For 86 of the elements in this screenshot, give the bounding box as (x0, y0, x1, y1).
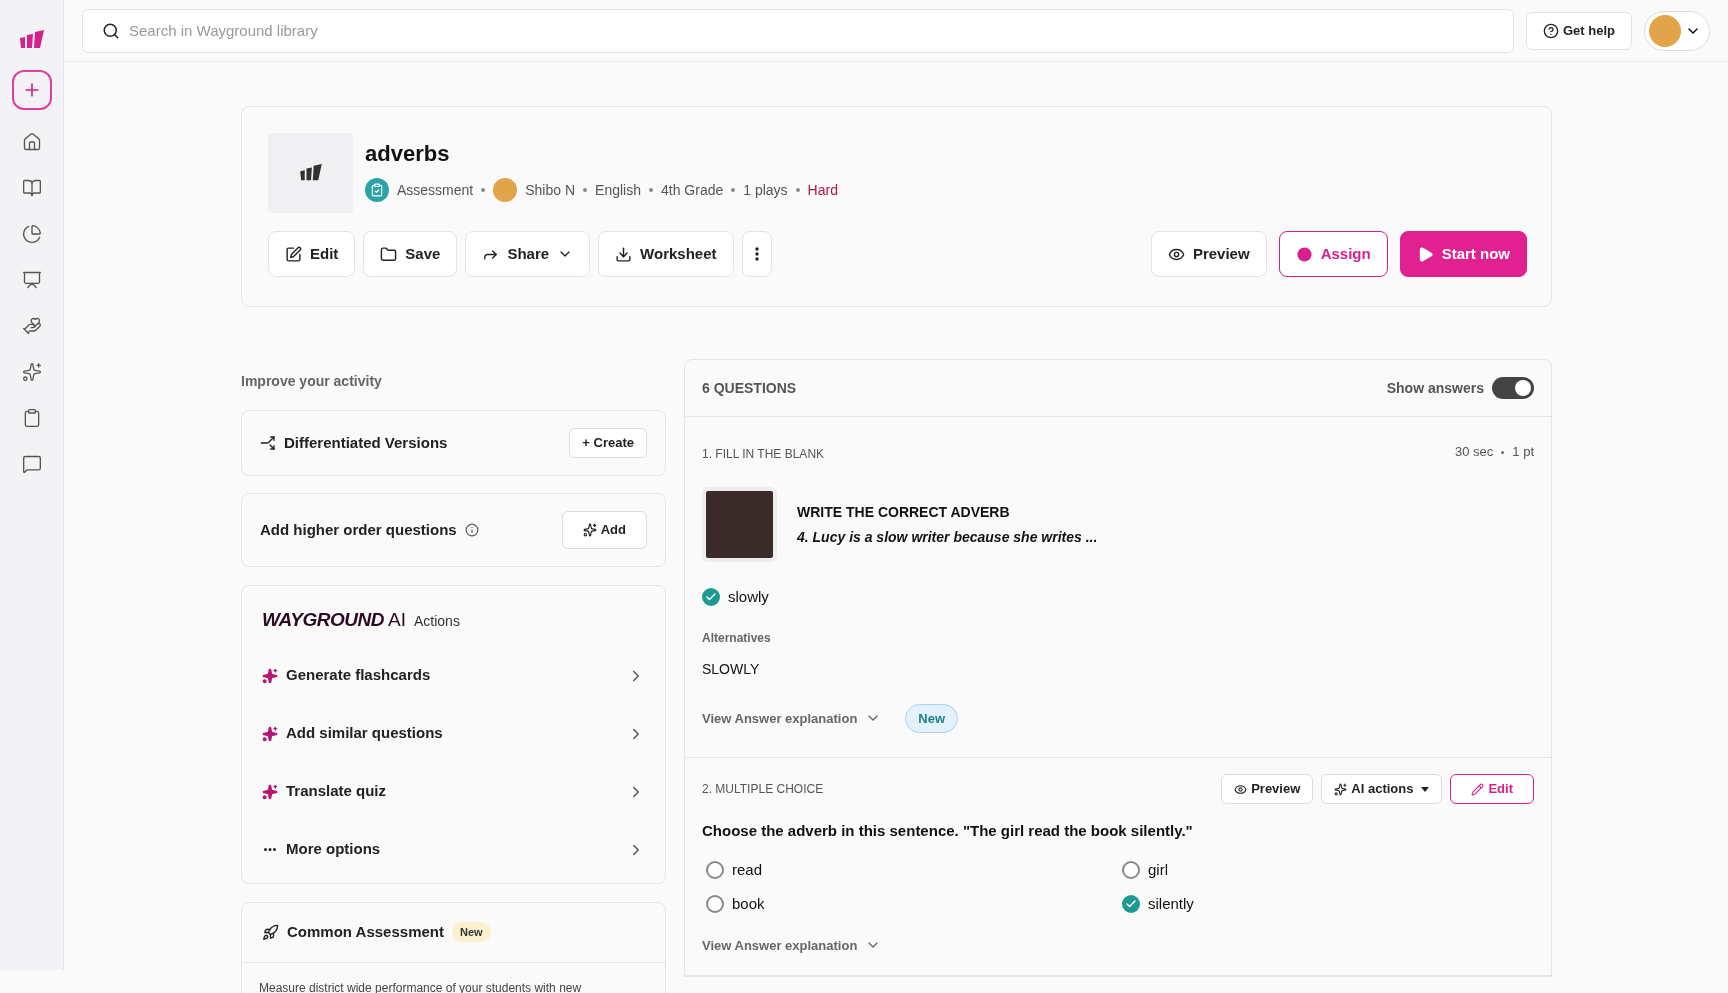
preview-button[interactable]: Preview (1221, 774, 1314, 804)
question-prompt: Choose the adverb in this sentence. "The girl read the book silently." (702, 821, 1194, 841)
question-type: 2. MULTIPLE CHOICE (702, 781, 824, 798)
sparkles-icon (1334, 782, 1348, 796)
activity-type: Assessment (397, 180, 474, 200)
hand-heart-icon (21, 316, 42, 336)
ai-action-item[interactable]: Generate flashcards (262, 646, 645, 705)
ai-actions-button[interactable]: AI actions (1321, 774, 1443, 804)
more-icon (754, 247, 759, 261)
more-button[interactable] (741, 231, 772, 277)
home-icon (21, 132, 42, 152)
card-title: Actions (414, 612, 460, 631)
question-heading: WRITE THE CORRECT ADVERB (797, 502, 1011, 522)
logo-icon (17, 30, 46, 50)
presentation-icon (21, 270, 42, 290)
sparkles-icon (262, 667, 278, 684)
download-icon (615, 245, 633, 263)
ai-action-item[interactable]: More options (262, 820, 645, 879)
start-button[interactable]: Start now (1399, 231, 1527, 277)
pie-chart-icon (21, 224, 42, 244)
sparkles-icon (262, 783, 278, 800)
search-icon (102, 21, 120, 40)
new-badge: New (452, 921, 491, 943)
question-type: 1. FILL IN THE BLANK (702, 446, 825, 463)
more-icon (264, 848, 276, 851)
time-label: 30 sec (1455, 443, 1494, 462)
sparkles-icon (582, 523, 597, 537)
show-answers-toggle[interactable] (1492, 377, 1534, 399)
author-name: Shibo N (525, 180, 576, 200)
book-icon (21, 178, 42, 198)
search-field[interactable]: Search in Wayground library (82, 8, 1514, 53)
split-icon (260, 435, 276, 451)
caret-icon (1421, 786, 1430, 792)
save-button[interactable]: Save (363, 231, 458, 277)
get-help-button[interactable]: Get help (1526, 11, 1632, 50)
pencil-icon (1471, 782, 1485, 796)
edit-button[interactable]: Edit (268, 231, 356, 277)
new-badge: New (905, 703, 959, 733)
avatar (1649, 14, 1681, 47)
activity-title: adverbs (365, 140, 451, 168)
ai-action-item[interactable]: Add similar questions (262, 704, 645, 763)
sparkles-icon (21, 362, 42, 382)
create-button[interactable] (11, 70, 52, 110)
sparkles-icon (262, 725, 278, 742)
meta-text: 1 plays (743, 180, 788, 200)
worksheet-button[interactable]: Worksheet (598, 231, 734, 277)
brand-wordmark: WAYGROUND (262, 608, 385, 632)
difficulty-label: Hard (807, 180, 838, 200)
answer-explanation-toggle[interactable]: View Answer explanation (702, 935, 882, 955)
avatar (493, 178, 518, 202)
meta-text: English (595, 180, 641, 200)
option-text: read (732, 859, 763, 880)
meta-text: 4th Grade (661, 180, 724, 200)
option-text: girl (1148, 859, 1168, 880)
create-button[interactable]: + Create (569, 428, 647, 458)
question-count: 6 QUESTIONS (702, 378, 797, 398)
section-heading: Improve your activity (241, 372, 383, 391)
brand-suffix: AI (388, 608, 406, 632)
question-prompt: 4. Lucy is a slow writer because she writes ... (797, 527, 1098, 547)
answer-explanation-toggle[interactable]: View Answer explanation (702, 708, 882, 728)
preview-button[interactable]: Preview (1150, 231, 1267, 277)
alternatives-label: Alternatives (702, 629, 772, 647)
assign-button[interactable]: Assign (1278, 231, 1388, 277)
help-icon (1543, 22, 1559, 39)
alternative-answer: SLOWLY (702, 659, 761, 679)
option-text: book (732, 894, 765, 914)
card-title: Differentiated Versions (284, 432, 448, 453)
card-title: Add higher order questions (260, 519, 457, 540)
answer-text: slowly (728, 587, 769, 607)
toggle-label: Show answers (1386, 378, 1484, 398)
logo-icon (297, 164, 324, 182)
info-icon (464, 523, 479, 537)
add-button[interactable]: Add (561, 511, 647, 549)
correct-answer-icon (702, 588, 720, 607)
option-text: silently (1148, 894, 1194, 914)
ai-action-item[interactable]: Translate quiz (262, 762, 645, 821)
edit-button[interactable]: Edit (1450, 774, 1534, 804)
assessment-icon (365, 178, 389, 202)
points-label: 1 pt (1512, 443, 1534, 462)
share-button[interactable]: Share (465, 231, 591, 277)
help-icon (21, 454, 42, 474)
rocket-icon (262, 923, 279, 941)
folder-icon (380, 245, 398, 263)
eye-icon (1234, 782, 1248, 796)
edit-icon (285, 245, 302, 263)
card-title: Common Assessment (287, 921, 444, 942)
